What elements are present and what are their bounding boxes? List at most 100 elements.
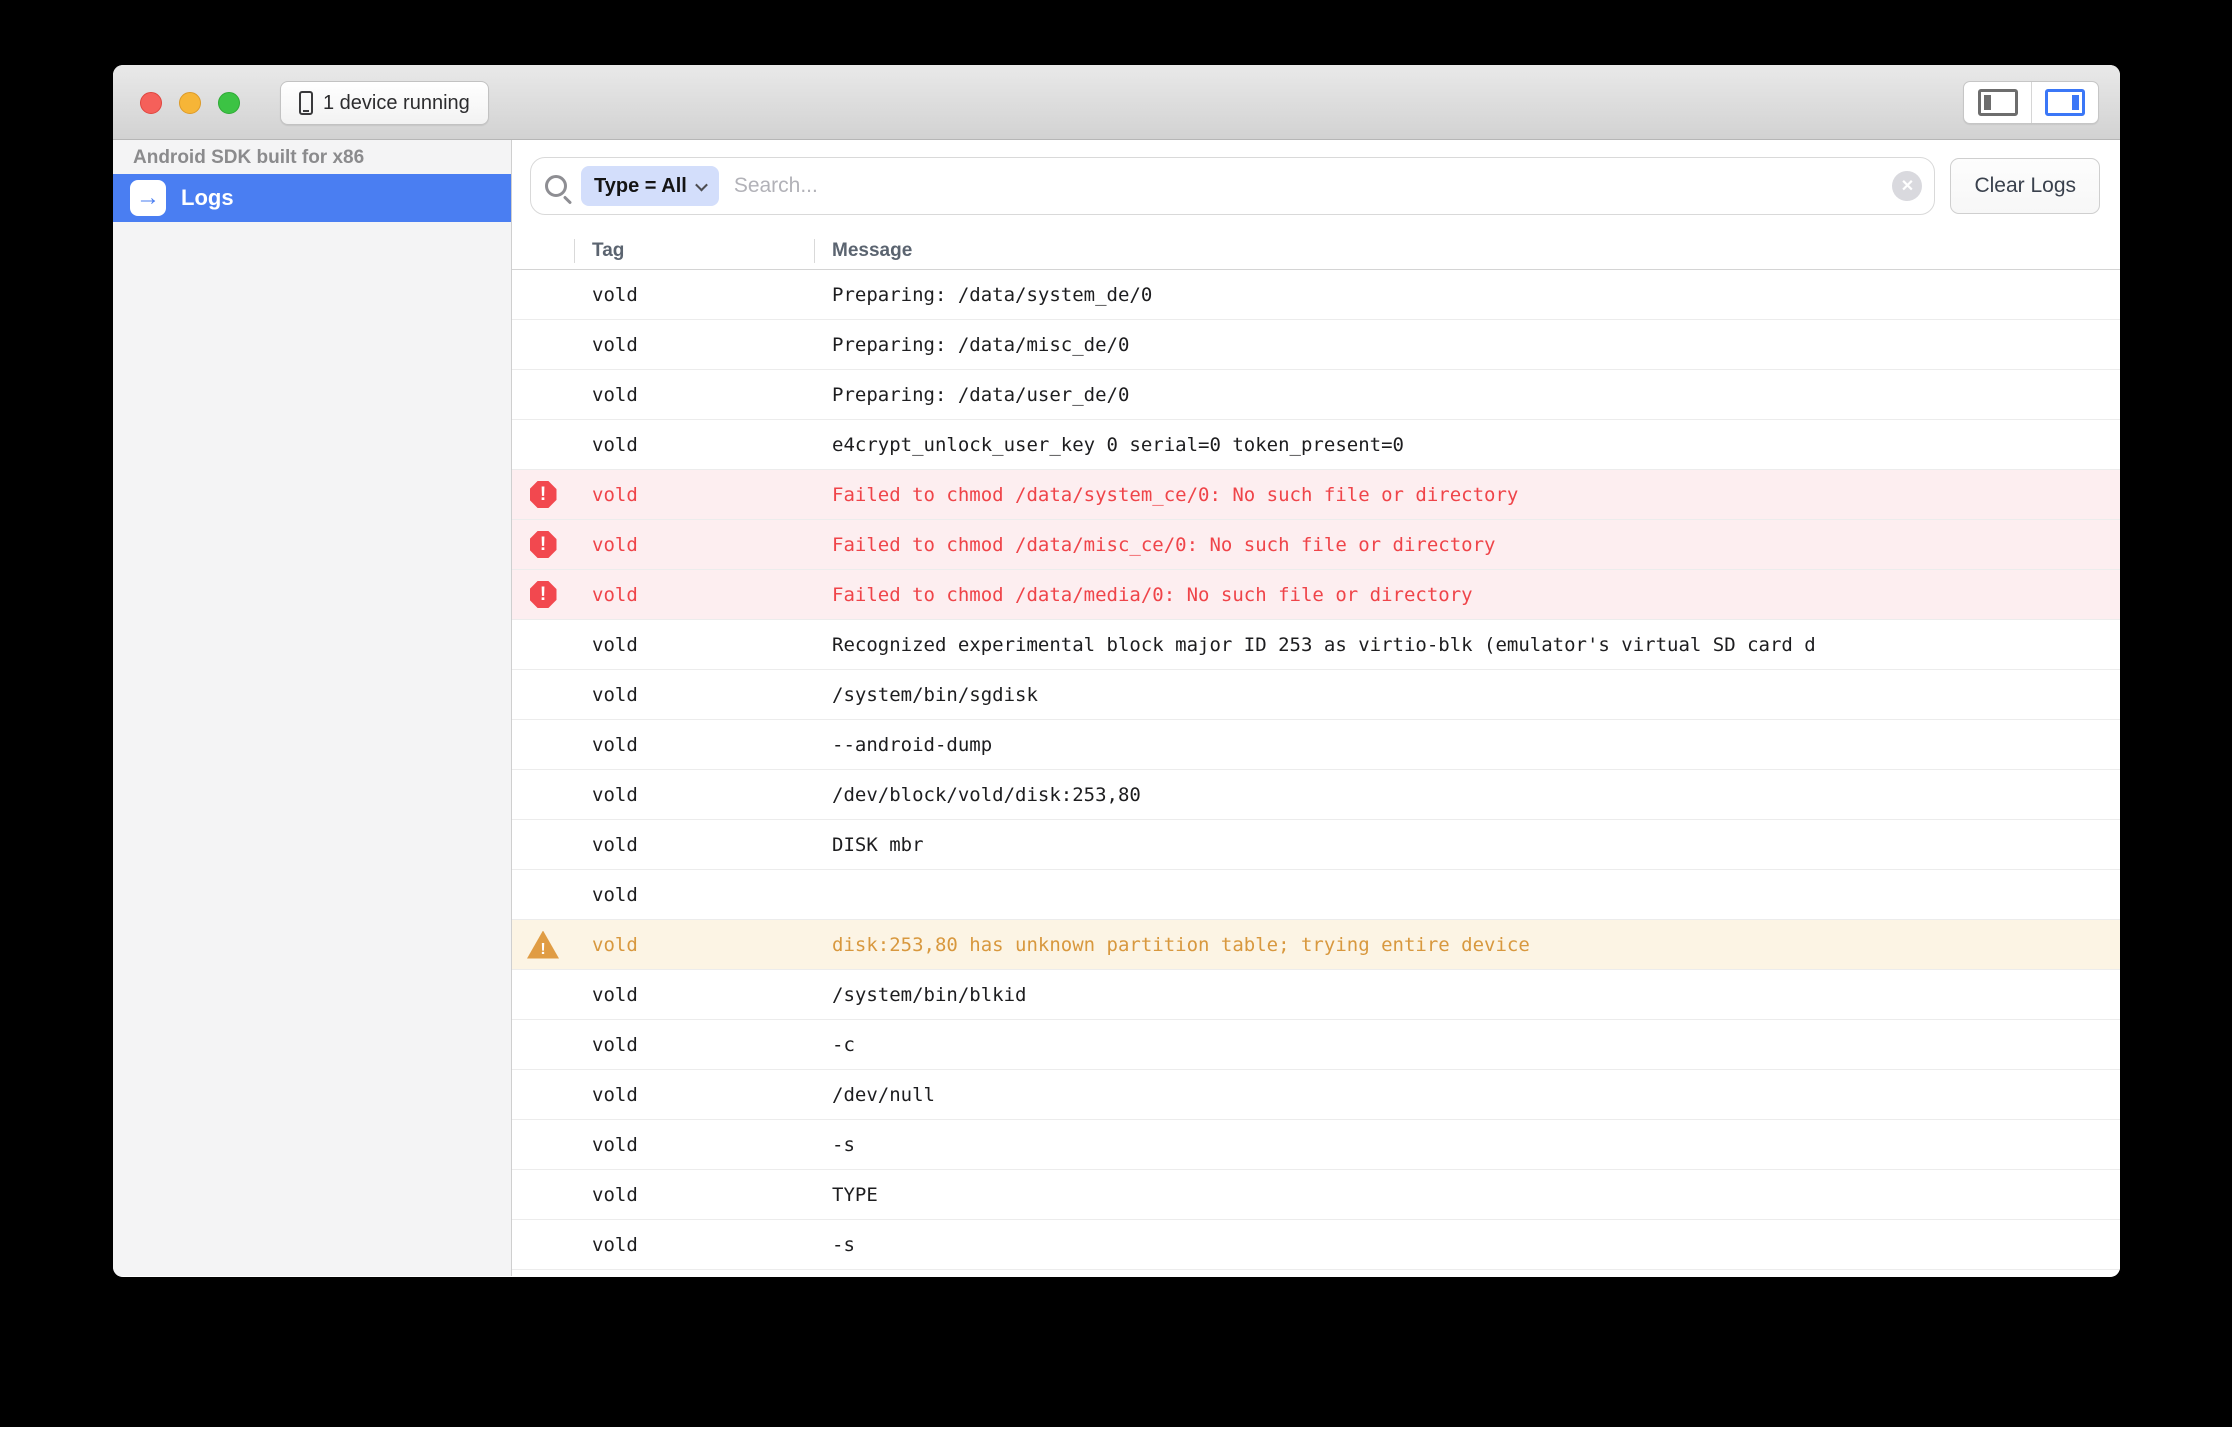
log-tag: vold bbox=[574, 384, 814, 406]
screen-bottom-strip bbox=[0, 1427, 2232, 1436]
log-tag: vold bbox=[574, 734, 814, 756]
table-row[interactable]: voldPreparing: /data/system_de/0 bbox=[512, 270, 2120, 320]
log-tag: vold bbox=[574, 884, 814, 906]
tag-column-header[interactable]: Tag bbox=[574, 232, 814, 269]
table-row[interactable]: vold-c bbox=[512, 1020, 2120, 1070]
table-row[interactable]: voldRecognized experimental block major … bbox=[512, 620, 2120, 670]
type-filter-token[interactable]: Type = All bbox=[581, 166, 719, 206]
row-icon-spacer bbox=[512, 720, 574, 769]
zoom-window-button[interactable] bbox=[218, 92, 240, 114]
clear-search-button[interactable]: ✕ bbox=[1892, 171, 1922, 201]
log-tag: vold bbox=[574, 1134, 814, 1156]
logs-arrow-icon: → bbox=[130, 180, 166, 216]
row-icon-spacer bbox=[512, 1070, 574, 1119]
log-toolbar: Type = All Search... ✕ Clear Logs bbox=[512, 140, 2120, 232]
table-row[interactable]: !volddisk:253,80 has unknown partition t… bbox=[512, 920, 2120, 970]
log-message: Recognized experimental block major ID 2… bbox=[814, 634, 2120, 656]
message-column-header[interactable]: Message bbox=[814, 232, 2120, 269]
table-row[interactable]: volde4crypt_unlock_user_key 0 serial=0 t… bbox=[512, 420, 2120, 470]
log-tag: vold bbox=[574, 534, 814, 556]
row-icon-spacer bbox=[512, 820, 574, 869]
table-row[interactable]: voldTYPE bbox=[512, 1170, 2120, 1220]
table-row[interactable]: voldPreparing: /data/user_de/0 bbox=[512, 370, 2120, 420]
right-panel-icon bbox=[2045, 89, 2085, 116]
table-row[interactable]: vold bbox=[512, 870, 2120, 920]
table-header: Tag Message bbox=[512, 232, 2120, 270]
phone-icon bbox=[299, 91, 313, 115]
left-panel-icon bbox=[1978, 89, 2018, 116]
table-row[interactable]: vold/dev/block/vold/disk:253,80 bbox=[512, 770, 2120, 820]
search-icon bbox=[545, 175, 567, 197]
toggle-left-panel-button[interactable] bbox=[1964, 82, 2031, 123]
log-table-body: voldPreparing: /data/system_de/0voldPrep… bbox=[512, 270, 2120, 1276]
log-tag: vold bbox=[574, 1234, 814, 1256]
table-row[interactable]: voldPreparing: /data/misc_de/0 bbox=[512, 320, 2120, 370]
log-message: /dev/null bbox=[814, 1084, 2120, 1106]
device-running-button[interactable]: 1 device running bbox=[280, 81, 489, 125]
chevron-down-icon bbox=[695, 178, 708, 191]
log-message: TYPE bbox=[814, 1184, 2120, 1206]
log-tag: vold bbox=[574, 434, 814, 456]
close-window-button[interactable] bbox=[140, 92, 162, 114]
log-message: -c bbox=[814, 1034, 2120, 1056]
log-tag: vold bbox=[574, 1084, 814, 1106]
row-icon-spacer bbox=[512, 270, 574, 319]
row-icon-spacer bbox=[512, 1120, 574, 1169]
table-row[interactable]: vold-s bbox=[512, 1220, 2120, 1270]
row-icon-spacer bbox=[512, 970, 574, 1019]
table-row[interactable]: vold-s bbox=[512, 1120, 2120, 1170]
log-message: Failed to chmod /data/media/0: No such f… bbox=[814, 584, 2120, 606]
log-tag: vold bbox=[574, 484, 814, 506]
sidebar-item-label: Logs bbox=[181, 185, 234, 211]
error-badge: ! bbox=[530, 481, 557, 508]
log-message: DISK mbr bbox=[814, 834, 2120, 856]
table-row[interactable]: voldDISK mbr bbox=[512, 820, 2120, 870]
sidebar-item-logs[interactable]: → Logs bbox=[113, 174, 511, 222]
log-message: e4crypt_unlock_user_key 0 serial=0 token… bbox=[814, 434, 2120, 456]
log-tag: vold bbox=[574, 334, 814, 356]
log-message: Preparing: /data/misc_de/0 bbox=[814, 334, 2120, 356]
log-tag: vold bbox=[574, 584, 814, 606]
error-icon: ! bbox=[512, 570, 574, 619]
minimize-window-button[interactable] bbox=[179, 92, 201, 114]
type-filter-label: Type = All bbox=[594, 175, 687, 198]
table-row[interactable]: vold/system/bin/sgdisk bbox=[512, 670, 2120, 720]
log-tag: vold bbox=[574, 834, 814, 856]
row-icon-spacer bbox=[512, 370, 574, 419]
table-row[interactable]: !voldFailed to chmod /data/media/0: No s… bbox=[512, 570, 2120, 620]
traffic-lights bbox=[140, 92, 240, 114]
search-input[interactable]: Type = All Search... ✕ bbox=[530, 157, 1935, 215]
error-badge: ! bbox=[530, 531, 557, 558]
panel-toggle-group bbox=[1963, 81, 2099, 124]
device-name-header: Android SDK built for x86 bbox=[113, 140, 511, 174]
warning-icon: ! bbox=[512, 920, 574, 969]
toggle-right-panel-button[interactable] bbox=[2031, 82, 2098, 123]
row-icon-spacer bbox=[512, 1170, 574, 1219]
log-tag: vold bbox=[574, 934, 814, 956]
row-icon-spacer bbox=[512, 670, 574, 719]
row-icon-spacer bbox=[512, 320, 574, 369]
log-tag: vold bbox=[574, 784, 814, 806]
log-tag: vold bbox=[574, 684, 814, 706]
table-row[interactable]: !voldFailed to chmod /data/misc_ce/0: No… bbox=[512, 520, 2120, 570]
log-message: -s bbox=[814, 1234, 2120, 1256]
log-tag: vold bbox=[574, 984, 814, 1006]
log-tag: vold bbox=[574, 284, 814, 306]
error-icon: ! bbox=[512, 520, 574, 569]
row-icon-spacer bbox=[512, 1220, 574, 1269]
table-row[interactable]: vold--android-dump bbox=[512, 720, 2120, 770]
log-message: Preparing: /data/system_de/0 bbox=[814, 284, 2120, 306]
log-message: /system/bin/blkid bbox=[814, 984, 2120, 1006]
row-icon-spacer bbox=[512, 620, 574, 669]
row-icon-spacer bbox=[512, 770, 574, 819]
error-icon: ! bbox=[512, 470, 574, 519]
log-message: Failed to chmod /data/system_ce/0: No su… bbox=[814, 484, 2120, 506]
clear-logs-button[interactable]: Clear Logs bbox=[1950, 158, 2100, 214]
main-panel: Type = All Search... ✕ Clear Logs Tag Me… bbox=[512, 140, 2120, 1276]
table-row[interactable]: vold/system/bin/blkid bbox=[512, 970, 2120, 1020]
app-window: 1 device running Android SDK built for x… bbox=[113, 65, 2120, 1277]
log-message: disk:253,80 has unknown partition table;… bbox=[814, 934, 2120, 956]
table-row[interactable]: vold/dev/null bbox=[512, 1070, 2120, 1120]
row-icon-spacer bbox=[512, 870, 574, 919]
table-row[interactable]: ! voldFailed to chmod /data/system_ce/0: … bbox=[512, 470, 2120, 520]
